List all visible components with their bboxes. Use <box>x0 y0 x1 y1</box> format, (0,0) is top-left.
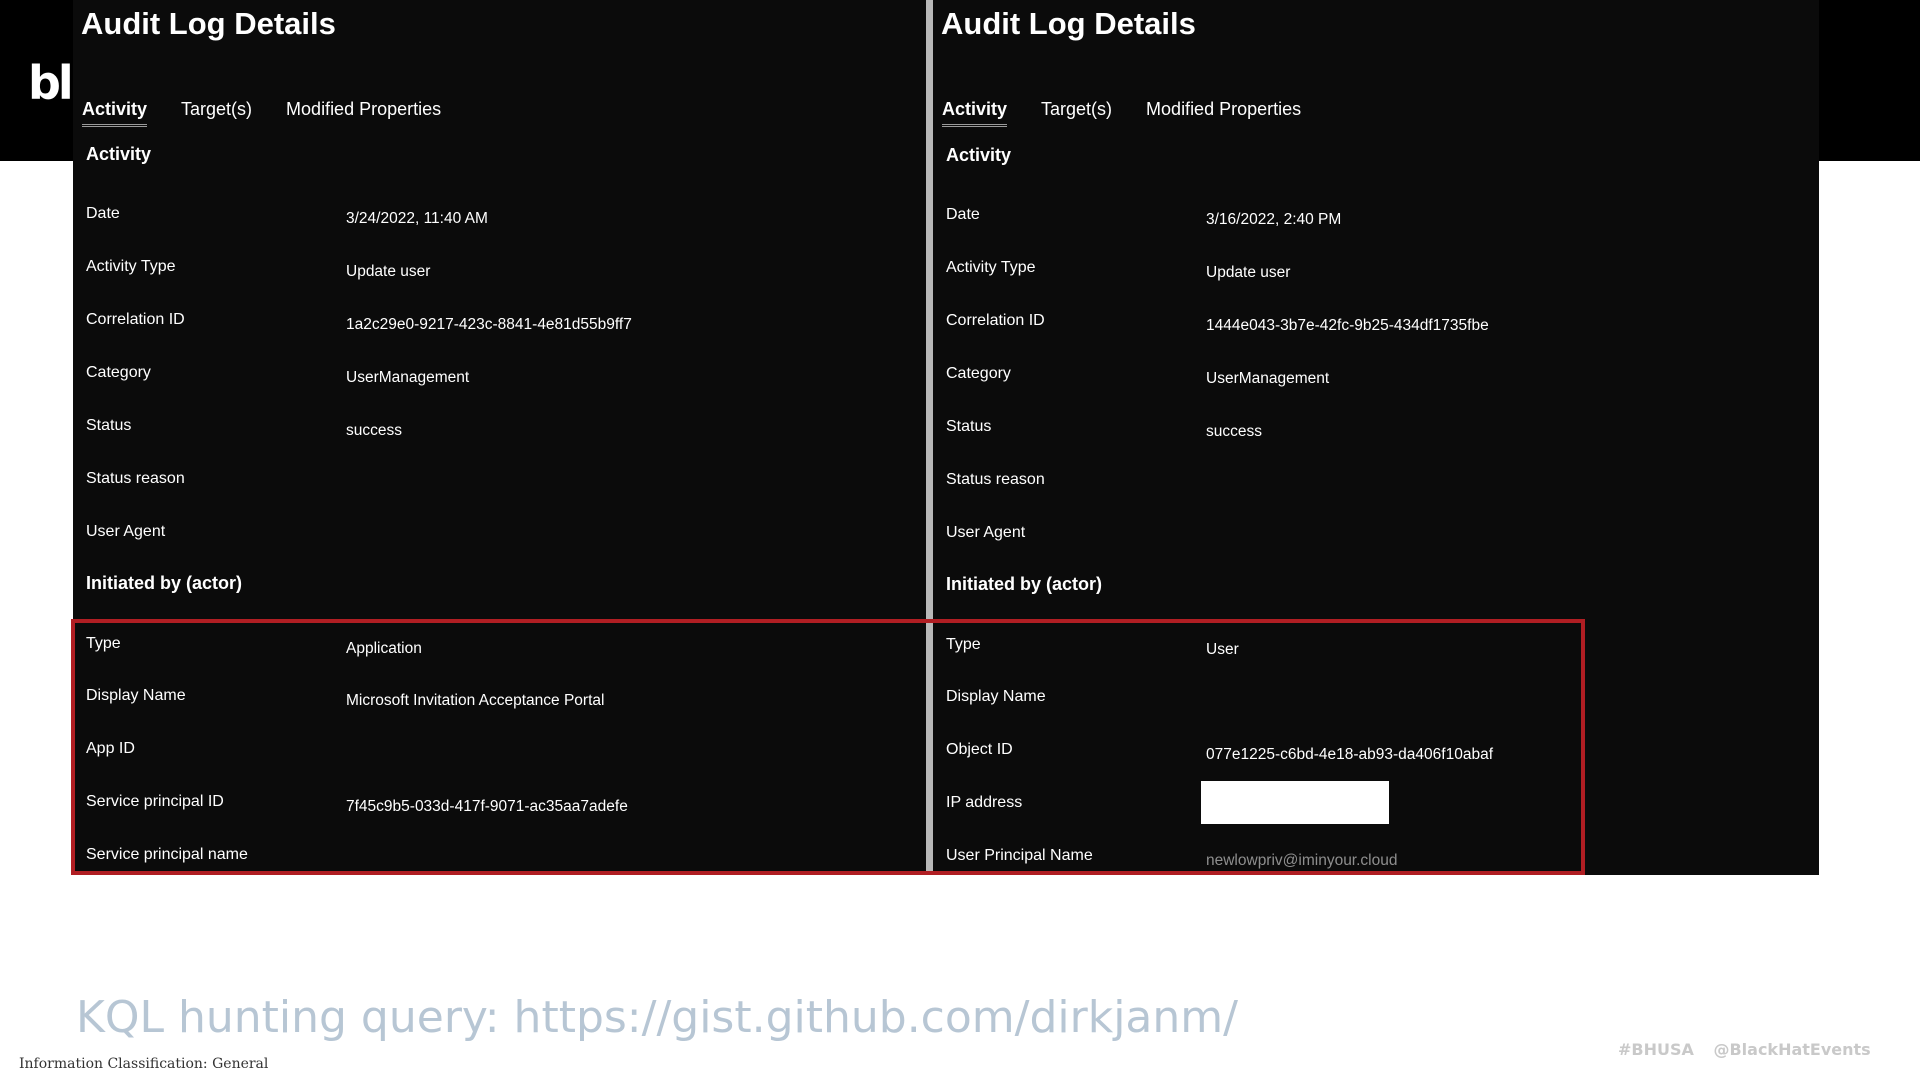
detail-row-category: Category UserManagement <box>86 364 926 394</box>
detail-label: Activity Type <box>946 259 1036 276</box>
tab-targets[interactable]: Target(s) <box>181 99 252 127</box>
detail-label: User Principal Name <box>946 847 1093 864</box>
detail-value: Update user <box>1206 264 1291 281</box>
detail-value: Application <box>346 640 422 657</box>
actor-row-ip-address: IP address <box>946 781 1819 824</box>
section-activity-heading: Activity <box>946 145 1012 165</box>
tab-targets[interactable]: Target(s) <box>1041 99 1112 127</box>
tab-modified-properties[interactable]: Modified Properties <box>286 99 441 127</box>
panel-divider <box>926 0 933 875</box>
detail-row-activity-type: Activity Type Update user <box>86 258 926 288</box>
detail-label: Object ID <box>946 741 1013 758</box>
detail-row-correlation-id: Correlation ID 1444e043-3b7e-42fc-9b25-4… <box>946 312 1819 342</box>
panel-title: Audit Log Details <box>941 6 1196 41</box>
detail-value: UserManagement <box>346 369 470 386</box>
tab-activity[interactable]: Activity <box>82 99 148 127</box>
detail-label: Display Name <box>86 687 186 704</box>
detail-value: 3/24/2022, 11:40 AM <box>346 210 488 227</box>
detail-row-user-agent: User Agent <box>946 524 1819 554</box>
detail-row-date: Date 3/24/2022, 11:40 AM <box>86 205 926 235</box>
detail-label: Correlation ID <box>86 311 185 328</box>
detail-value: Update user <box>346 263 431 280</box>
detail-label: App ID <box>86 740 135 757</box>
actor-row-user-principal-name: User Principal Name newlowpriv@iminyour.… <box>946 847 1819 877</box>
redacted-ip-box <box>1201 781 1389 824</box>
detail-value: UserManagement <box>1206 370 1330 387</box>
detail-value: User <box>1206 641 1239 658</box>
detail-value: newlowpriv@iminyour.cloud <box>1206 852 1398 869</box>
detail-label: Category <box>86 364 151 381</box>
detail-label: Type <box>946 636 981 653</box>
detail-row-date: Date 3/16/2022, 2:40 PM <box>946 206 1819 236</box>
detail-value: 077e1225-c6bd-4e18-ab93-da406f10abaf <box>1206 746 1493 763</box>
detail-label: Date <box>86 205 120 222</box>
detail-label: Date <box>946 206 980 223</box>
slide-logo: bl <box>28 60 73 106</box>
detail-row-category: Category UserManagement <box>946 365 1819 395</box>
tab-bar: Activity Target(s) Modified Properties <box>82 99 475 127</box>
detail-row-correlation-id: Correlation ID 1a2c29e0-9217-423c-8841-4… <box>86 311 926 341</box>
detail-value: 7f45c9b5-033d-417f-9071-ac35aa7adefe <box>346 798 628 815</box>
detail-value: 1a2c29e0-9217-423c-8841-4e81d55b9ff7 <box>346 316 632 333</box>
actor-row-display-name: Display Name <box>946 688 1819 718</box>
actor-row-app-id: App ID <box>86 740 926 770</box>
detail-row-status-reason: Status reason <box>946 471 1819 501</box>
detail-label: Type <box>86 635 121 652</box>
footer-hashtags: #BHUSA @BlackHatEvents <box>1618 1040 1871 1059</box>
kql-query-link[interactable]: KQL hunting query: https://gist.github.c… <box>76 992 1238 1043</box>
panel-title: Audit Log Details <box>81 6 336 41</box>
detail-label: IP address <box>946 794 1023 811</box>
section-actor-heading: Initiated by (actor) <box>86 573 243 593</box>
detail-label: Service principal ID <box>86 793 224 810</box>
detail-label: User Agent <box>86 523 166 540</box>
detail-label: Correlation ID <box>946 312 1045 329</box>
actor-row-service-principal-name: Service principal name <box>86 846 926 876</box>
detail-row-status: Status success <box>946 418 1819 448</box>
tab-bar: Activity Target(s) Modified Properties <box>942 99 1335 127</box>
detail-label: Service principal name <box>86 846 248 863</box>
detail-row-status-reason: Status reason <box>86 470 926 500</box>
detail-value: success <box>1206 423 1262 440</box>
detail-label: Display Name <box>946 688 1046 705</box>
detail-value: 1444e043-3b7e-42fc-9b25-434df1735fbe <box>1206 317 1489 334</box>
tab-activity[interactable]: Activity <box>942 99 1008 127</box>
actor-row-type: Type User <box>946 636 1819 666</box>
audit-log-panel-left: Audit Log Details Activity Target(s) Mod… <box>73 0 926 875</box>
detail-row-status: Status success <box>86 417 926 447</box>
detail-row-activity-type: Activity Type Update user <box>946 259 1819 289</box>
audit-log-panel-right: Audit Log Details Activity Target(s) Mod… <box>933 0 1819 875</box>
actor-row-display-name: Display Name Microsoft Invitation Accept… <box>86 687 926 717</box>
detail-label: Activity Type <box>86 258 176 275</box>
detail-value: success <box>346 422 402 439</box>
detail-label: Status <box>86 417 132 434</box>
actor-row-type: Type Application <box>86 635 926 665</box>
detail-row-user-agent: User Agent <box>86 523 926 553</box>
detail-value: 3/16/2022, 2:40 PM <box>1206 211 1342 228</box>
detail-value: Microsoft Invitation Acceptance Portal <box>346 692 605 709</box>
tab-modified-properties[interactable]: Modified Properties <box>1146 99 1301 127</box>
detail-label: Status reason <box>946 471 1045 488</box>
detail-label: Status <box>946 418 992 435</box>
section-actor-heading: Initiated by (actor) <box>946 574 1103 594</box>
detail-label: User Agent <box>946 524 1026 541</box>
actor-row-object-id: Object ID 077e1225-c6bd-4e18-ab93-da406f… <box>946 741 1819 771</box>
detail-label: Status reason <box>86 470 185 487</box>
footer-classification: Information Classification: General <box>19 1056 269 1072</box>
actor-row-service-principal-id: Service principal ID 7f45c9b5-033d-417f-… <box>86 793 926 823</box>
section-activity-heading: Activity <box>86 144 152 164</box>
detail-label: Category <box>946 365 1011 382</box>
